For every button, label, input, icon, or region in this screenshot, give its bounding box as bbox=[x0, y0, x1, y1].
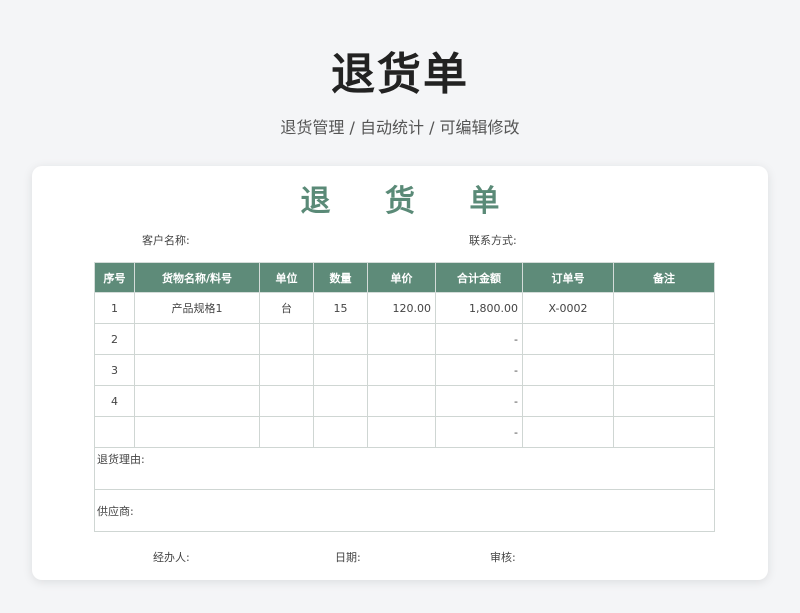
cell-note[interactable] bbox=[613, 416, 715, 448]
cell-order[interactable] bbox=[522, 416, 614, 448]
cell-unit[interactable] bbox=[259, 385, 314, 417]
return-table: 序号 货物名称/料号 单位 数量 单价 合计金额 订单号 备注 1 产品规格1 … bbox=[94, 262, 715, 532]
contact-label: 联系方式: bbox=[469, 234, 517, 247]
handler-label: 经办人: bbox=[153, 551, 190, 564]
return-reason-field[interactable]: 退货理由: bbox=[94, 447, 715, 490]
reason-row: 退货理由: bbox=[94, 447, 715, 490]
col-header-price: 单价 bbox=[367, 262, 436, 293]
col-header-unit: 单位 bbox=[259, 262, 314, 293]
cell-index[interactable]: 1 bbox=[94, 292, 135, 324]
cell-qty[interactable] bbox=[313, 416, 368, 448]
col-header-qty: 数量 bbox=[313, 262, 368, 293]
cell-name[interactable] bbox=[134, 416, 260, 448]
table-row: - bbox=[94, 416, 715, 448]
cell-unit[interactable]: 台 bbox=[259, 292, 314, 324]
col-header-index: 序号 bbox=[94, 262, 135, 293]
page-subtitle: 退货管理 / 自动统计 / 可编辑修改 bbox=[280, 118, 520, 137]
col-header-total: 合计金额 bbox=[435, 262, 523, 293]
cell-name[interactable] bbox=[134, 385, 260, 417]
col-header-note: 备注 bbox=[613, 262, 715, 293]
col-header-name: 货物名称/料号 bbox=[134, 262, 260, 293]
cell-total[interactable]: - bbox=[435, 416, 523, 448]
cell-note[interactable] bbox=[613, 323, 715, 355]
table-header-row: 序号 货物名称/料号 单位 数量 单价 合计金额 订单号 备注 bbox=[94, 262, 715, 293]
cell-qty[interactable] bbox=[313, 354, 368, 386]
document-title: 退 货 单 bbox=[300, 184, 522, 219]
cell-index[interactable]: 3 bbox=[94, 354, 135, 386]
cell-qty[interactable] bbox=[313, 323, 368, 355]
cell-unit[interactable] bbox=[259, 323, 314, 355]
table-row: 1 产品规格1 台 15 120.00 1,800.00 X-0002 bbox=[94, 292, 715, 324]
cell-qty[interactable] bbox=[313, 385, 368, 417]
cell-price[interactable] bbox=[367, 385, 436, 417]
supplier-label: 供应商: bbox=[97, 504, 134, 518]
cell-note[interactable] bbox=[613, 354, 715, 386]
cell-total[interactable]: - bbox=[435, 323, 523, 355]
date-label: 日期: bbox=[335, 551, 361, 564]
table-row: 2 - bbox=[94, 323, 715, 355]
cell-unit[interactable] bbox=[259, 354, 314, 386]
cell-price[interactable] bbox=[367, 416, 436, 448]
cell-name[interactable] bbox=[134, 323, 260, 355]
cell-total[interactable]: - bbox=[435, 354, 523, 386]
cell-price[interactable] bbox=[367, 354, 436, 386]
cell-total[interactable]: - bbox=[435, 385, 523, 417]
cell-qty[interactable]: 15 bbox=[313, 292, 368, 324]
cell-order[interactable] bbox=[522, 354, 614, 386]
cell-note[interactable] bbox=[613, 292, 715, 324]
cell-name[interactable]: 产品规格1 bbox=[134, 292, 260, 324]
cell-total[interactable]: 1,800.00 bbox=[435, 292, 523, 324]
return-reason-label: 退货理由: bbox=[97, 453, 145, 466]
table-row: 3 - bbox=[94, 354, 715, 386]
cell-index[interactable]: 2 bbox=[94, 323, 135, 355]
cell-order[interactable] bbox=[522, 323, 614, 355]
col-header-order: 订单号 bbox=[522, 262, 614, 293]
review-label: 审核: bbox=[490, 551, 516, 564]
cell-order[interactable]: X-0002 bbox=[522, 292, 614, 324]
page-title: 退货单 bbox=[331, 49, 469, 100]
table-row: 4 - bbox=[94, 385, 715, 417]
cell-index[interactable] bbox=[94, 416, 135, 448]
supplier-field[interactable]: 供应商: bbox=[94, 489, 715, 532]
cell-price[interactable] bbox=[367, 323, 436, 355]
cell-unit[interactable] bbox=[259, 416, 314, 448]
cell-name[interactable] bbox=[134, 354, 260, 386]
cell-price[interactable]: 120.00 bbox=[367, 292, 436, 324]
customer-name-label: 客户名称: bbox=[142, 234, 190, 247]
supplier-row: 供应商: bbox=[94, 489, 715, 532]
cell-index[interactable]: 4 bbox=[94, 385, 135, 417]
cell-order[interactable] bbox=[522, 385, 614, 417]
cell-note[interactable] bbox=[613, 385, 715, 417]
